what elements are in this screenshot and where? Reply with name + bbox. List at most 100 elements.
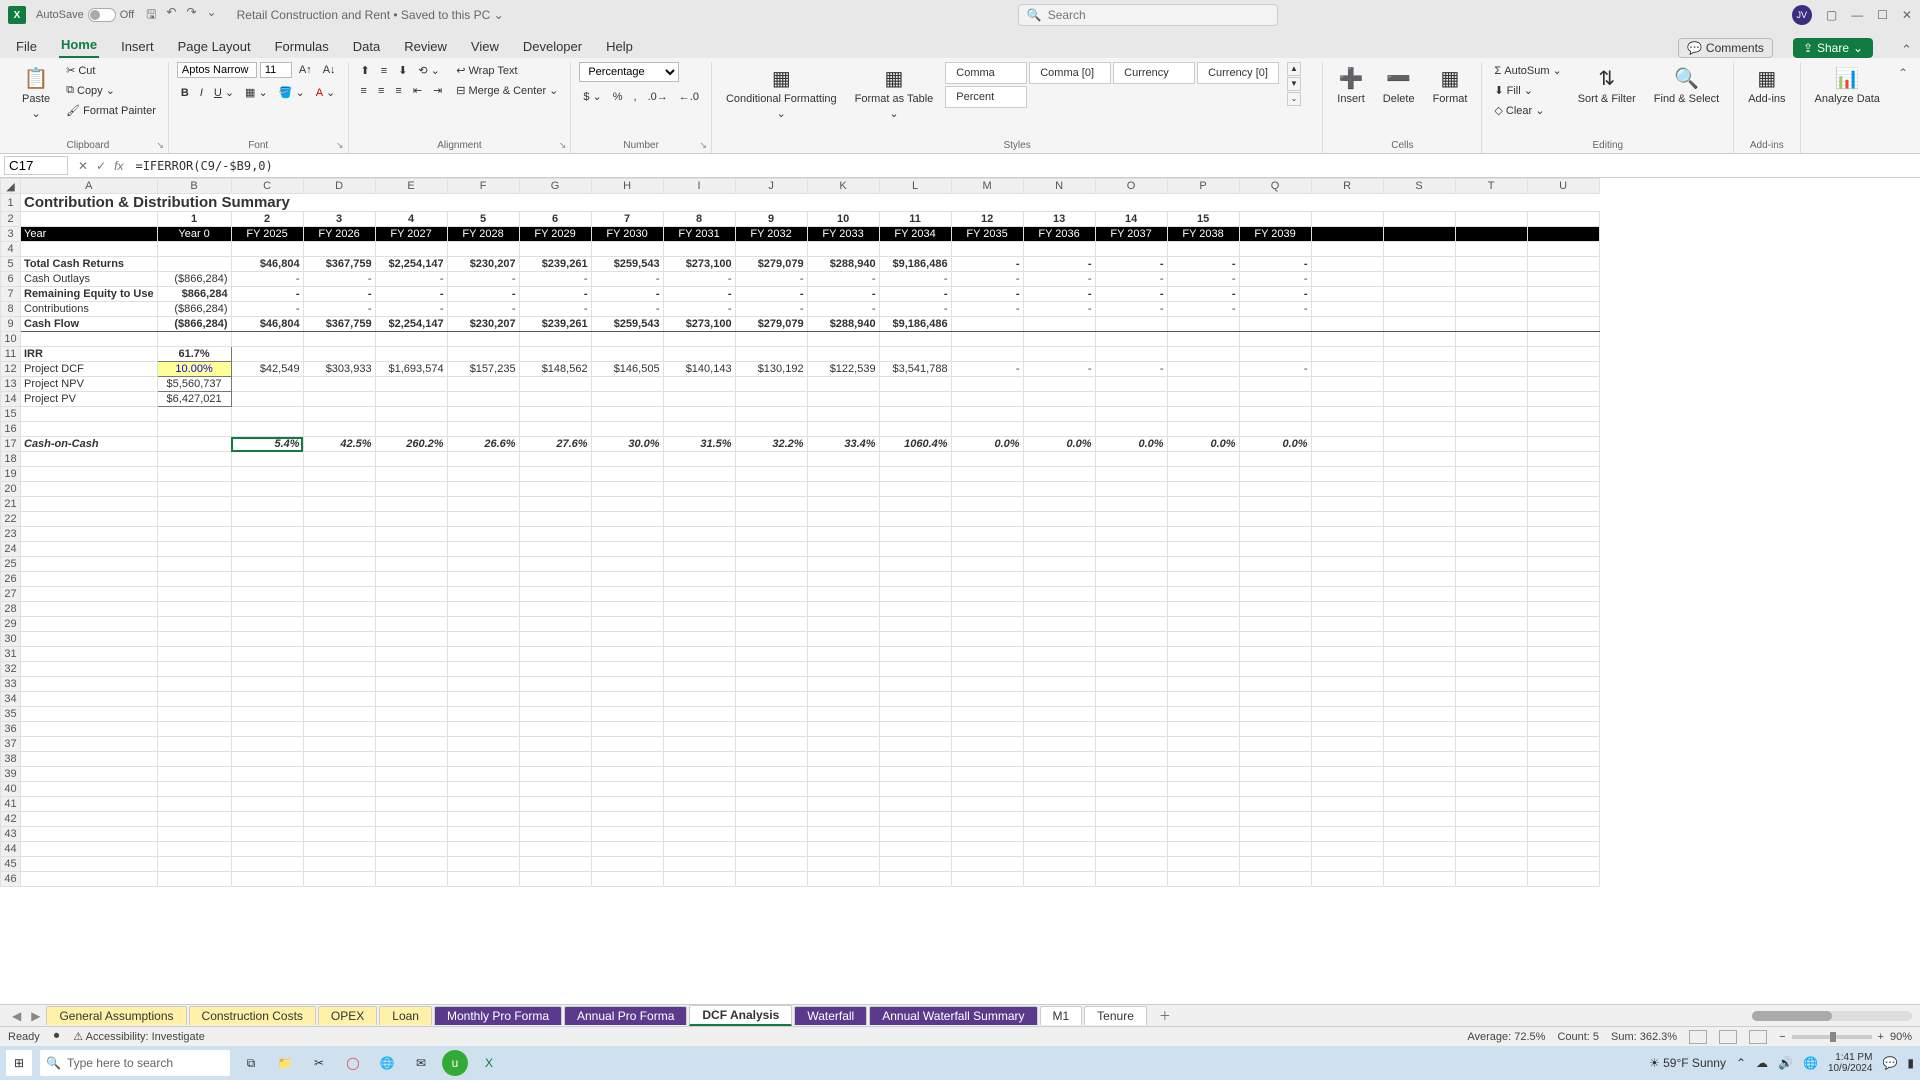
cell[interactable]: [591, 617, 663, 632]
cell[interactable]: [807, 662, 879, 677]
cell[interactable]: [231, 497, 303, 512]
cell[interactable]: [231, 647, 303, 662]
cell[interactable]: [1095, 542, 1167, 557]
cell[interactable]: [1527, 212, 1599, 227]
cell[interactable]: [735, 767, 807, 782]
cell[interactable]: -: [231, 287, 303, 302]
cell[interactable]: -: [1095, 272, 1167, 287]
show-desktop-icon[interactable]: ▮: [1907, 1056, 1914, 1070]
sheet-tab[interactable]: Waterfall: [794, 1006, 867, 1025]
cell[interactable]: [663, 332, 735, 347]
cell[interactable]: [375, 812, 447, 827]
cell[interactable]: $130,192: [735, 362, 807, 377]
addins-button[interactable]: ▦Add-ins: [1742, 62, 1791, 109]
cell[interactable]: [1239, 872, 1311, 887]
page-layout-view-button[interactable]: [1719, 1030, 1737, 1044]
tray-cloud-icon[interactable]: ☁: [1756, 1056, 1768, 1070]
cell[interactable]: [1383, 812, 1455, 827]
cell[interactable]: [375, 452, 447, 467]
cell[interactable]: [1239, 662, 1311, 677]
cell[interactable]: [879, 602, 951, 617]
cell[interactable]: [663, 467, 735, 482]
cell[interactable]: [951, 482, 1023, 497]
cell[interactable]: [1455, 857, 1527, 872]
cell[interactable]: [879, 782, 951, 797]
cell[interactable]: [447, 722, 519, 737]
cell[interactable]: -: [1095, 257, 1167, 272]
cell[interactable]: [231, 617, 303, 632]
cell[interactable]: FY 2026: [303, 227, 375, 242]
cell[interactable]: [1095, 692, 1167, 707]
col-header[interactable]: H: [591, 179, 663, 194]
row-header[interactable]: 26: [1, 572, 21, 587]
cell[interactable]: [735, 572, 807, 587]
row-header[interactable]: 19: [1, 467, 21, 482]
cell[interactable]: [951, 497, 1023, 512]
cell[interactable]: [1455, 257, 1527, 272]
redo-icon[interactable]: ↷: [186, 5, 196, 26]
cell[interactable]: [735, 752, 807, 767]
cell[interactable]: [735, 857, 807, 872]
cell[interactable]: [1527, 347, 1599, 362]
col-header[interactable]: I: [663, 179, 735, 194]
cell[interactable]: [375, 752, 447, 767]
cell[interactable]: [1095, 527, 1167, 542]
cell[interactable]: [1455, 437, 1527, 452]
cell[interactable]: [1239, 692, 1311, 707]
cell[interactable]: [1167, 827, 1239, 842]
cell[interactable]: [663, 617, 735, 632]
cell[interactable]: -: [1023, 302, 1095, 317]
cell[interactable]: [231, 512, 303, 527]
accounting-button[interactable]: $ ⌄: [579, 88, 605, 105]
cell[interactable]: [735, 782, 807, 797]
cell[interactable]: [519, 332, 591, 347]
cell[interactable]: [807, 512, 879, 527]
cell[interactable]: [375, 797, 447, 812]
cell[interactable]: [1383, 617, 1455, 632]
cell[interactable]: [1383, 362, 1455, 377]
cell[interactable]: [375, 767, 447, 782]
cell[interactable]: $259,543: [591, 257, 663, 272]
cell[interactable]: [1527, 497, 1599, 512]
align-right-button[interactable]: ≡: [391, 83, 405, 99]
opera-icon[interactable]: ◯: [340, 1050, 366, 1076]
cell[interactable]: [1239, 812, 1311, 827]
col-header[interactable]: F: [447, 179, 519, 194]
cell[interactable]: [447, 602, 519, 617]
cell[interactable]: [1383, 212, 1455, 227]
row-header[interactable]: 8: [1, 302, 21, 317]
cell[interactable]: 31.5%: [663, 437, 735, 452]
cell[interactable]: [807, 842, 879, 857]
cell[interactable]: [1383, 482, 1455, 497]
cell[interactable]: [519, 542, 591, 557]
cell[interactable]: [1383, 767, 1455, 782]
cell[interactable]: [879, 497, 951, 512]
cell[interactable]: [1095, 512, 1167, 527]
col-header[interactable]: S: [1383, 179, 1455, 194]
sheet-tab[interactable]: Annual Pro Forma: [564, 1006, 687, 1025]
cell[interactable]: -: [807, 287, 879, 302]
col-header[interactable]: C: [231, 179, 303, 194]
cell[interactable]: [807, 752, 879, 767]
cell[interactable]: [1239, 512, 1311, 527]
tab-developer[interactable]: Developer: [521, 35, 584, 58]
cell[interactable]: -: [1239, 362, 1311, 377]
cell[interactable]: [447, 872, 519, 887]
cell[interactable]: [1023, 737, 1095, 752]
maximize-icon[interactable]: ☐: [1877, 8, 1888, 22]
cell[interactable]: $2,254,147: [375, 317, 447, 332]
row-header[interactable]: 24: [1, 542, 21, 557]
cell[interactable]: [375, 542, 447, 557]
cell[interactable]: [1383, 272, 1455, 287]
cell[interactable]: [1455, 482, 1527, 497]
cell[interactable]: [879, 512, 951, 527]
cell[interactable]: [1311, 257, 1383, 272]
cell[interactable]: [157, 632, 231, 647]
cell[interactable]: [1527, 452, 1599, 467]
cell[interactable]: [807, 587, 879, 602]
cell[interactable]: [591, 392, 663, 407]
cell[interactable]: [231, 677, 303, 692]
cell[interactable]: -: [519, 287, 591, 302]
align-left-button[interactable]: ≡: [357, 83, 371, 99]
cell[interactable]: Cash Outlays: [21, 272, 158, 287]
